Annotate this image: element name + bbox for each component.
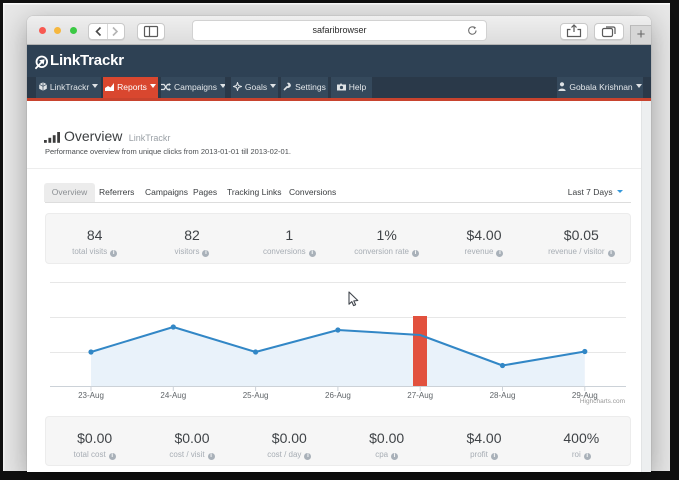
svg-text:28-Aug: 28-Aug (490, 391, 516, 400)
svg-text:Highcharts.com: Highcharts.com (580, 398, 625, 405)
svg-text:24-Aug: 24-Aug (160, 391, 186, 400)
svg-text:27-Aug: 27-Aug (407, 391, 433, 400)
svg-text:23-Aug: 23-Aug (78, 391, 104, 400)
svg-text:26-Aug: 26-Aug (325, 391, 351, 400)
svg-text:25-Aug: 25-Aug (243, 391, 269, 400)
